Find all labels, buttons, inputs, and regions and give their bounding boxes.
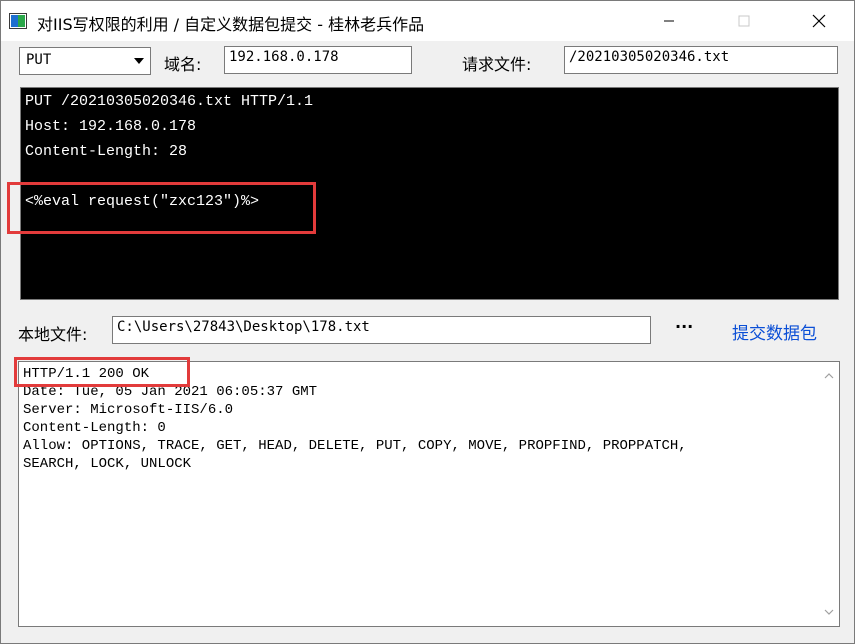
status-highlight-box: [14, 357, 190, 387]
minimize-button[interactable]: [641, 1, 697, 41]
window-title: 对IIS写权限的利用 / 自定义数据包提交 - 桂林老兵作品: [37, 15, 425, 34]
method-value: PUT: [26, 52, 52, 68]
response-line: Content-Length: 0: [23, 420, 166, 436]
request-line: Host: 192.168.0.178: [25, 118, 197, 135]
scroll-up-icon: [824, 373, 834, 379]
submit-packet-link[interactable]: 提交数据包: [732, 319, 817, 344]
method-select[interactable]: PUT: [19, 47, 151, 75]
title-bar[interactable]: 对IIS写权限的利用 / 自定义数据包提交 - 桂林老兵作品: [1, 1, 854, 41]
request-file-label: 请求文件:: [462, 55, 532, 74]
close-button[interactable]: [791, 1, 847, 41]
response-line: SEARCH, LOCK, UNLOCK: [23, 456, 192, 472]
response-line: Allow: OPTIONS, TRACE, GET, HEAD, DELETE…: [23, 438, 687, 454]
dropdown-arrow-icon: [134, 58, 144, 64]
scroll-up-button[interactable]: [819, 366, 839, 386]
request-line: Content-Length: 28: [25, 143, 188, 160]
dropdown-button[interactable]: [128, 48, 150, 74]
request-line: PUT /20210305020346.txt HTTP/1.1: [25, 93, 314, 110]
maximize-button[interactable]: [716, 1, 772, 41]
response-scrollbar[interactable]: [819, 362, 839, 626]
request-file-input[interactable]: /20210305020346.txt: [564, 46, 838, 74]
scroll-down-button[interactable]: [819, 602, 839, 622]
domain-label: 域名:: [164, 55, 202, 74]
local-file-input[interactable]: C:\Users\27843\Desktop\178.txt: [112, 316, 651, 344]
main-window: 对IIS写权限的利用 / 自定义数据包提交 - 桂林老兵作品 PUT 域名: 1…: [0, 0, 855, 644]
local-file-label: 本地文件:: [18, 325, 88, 344]
scroll-down-icon: [824, 609, 834, 615]
close-icon: [812, 14, 826, 28]
browse-button[interactable]: ···: [675, 317, 693, 336]
maximize-icon: [738, 15, 750, 27]
app-icon: [9, 13, 27, 29]
response-textarea[interactable]: HTTP/1.1 200 OK Date: Tue, 05 Jan 2021 0…: [18, 361, 840, 627]
payload-highlight-box: [7, 182, 316, 234]
minimize-icon: [664, 20, 674, 22]
response-line: Server: Microsoft-IIS/6.0: [23, 402, 234, 418]
domain-input[interactable]: 192.168.0.178: [224, 46, 412, 74]
